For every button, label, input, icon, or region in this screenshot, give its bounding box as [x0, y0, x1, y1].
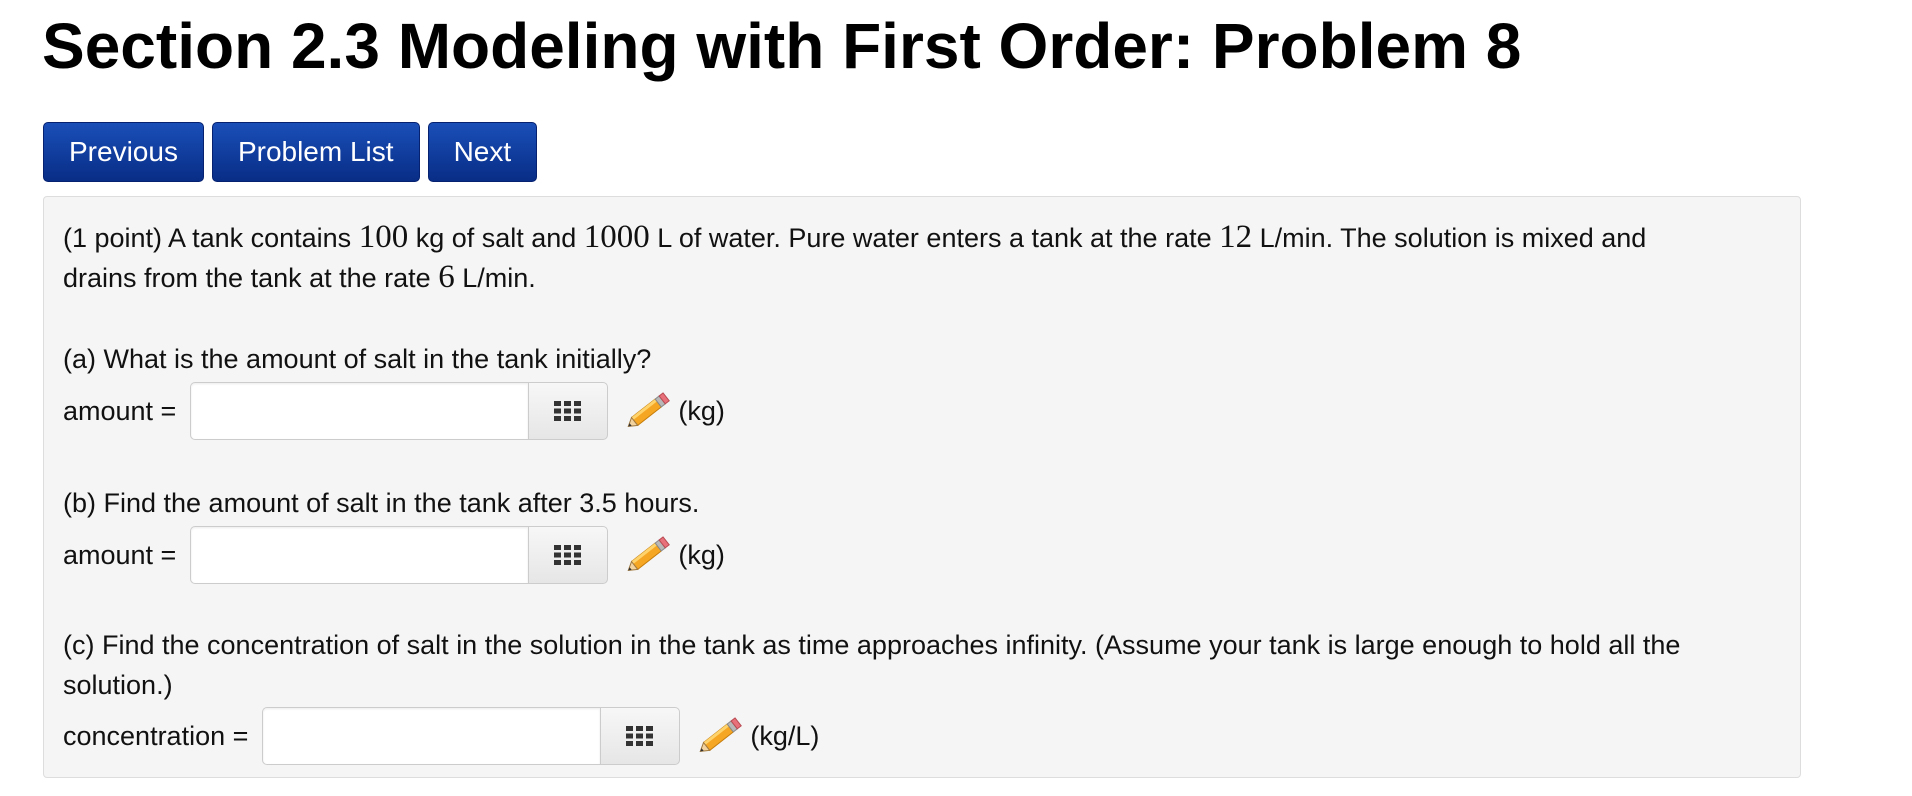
- previous-button[interactable]: Previous: [43, 122, 204, 182]
- statement-text: L/min. The solution is mixed and: [1252, 223, 1647, 253]
- keypad-icon[interactable]: [600, 707, 681, 765]
- pencil-icon: [694, 713, 746, 759]
- answer-label: amount =: [63, 539, 177, 570]
- statement-text: drains from the tank at the rate: [63, 263, 439, 293]
- unit-label: (kg): [678, 539, 725, 570]
- keypad-icon[interactable]: [528, 382, 609, 440]
- math-value: 12: [1219, 219, 1253, 255]
- page-title: Section 2.3 Modeling with First Order: P…: [42, 10, 1522, 82]
- math-value: 6: [438, 259, 455, 295]
- problem-list-button[interactable]: Problem List: [211, 122, 420, 182]
- part-c-question-line-2: solution.): [63, 670, 173, 700]
- part-b-answer-row: amount = (kg): [63, 525, 725, 585]
- answer-label: amount =: [63, 395, 177, 426]
- statement-text: L/min.: [454, 263, 536, 293]
- unit-label: (kg/L): [750, 720, 820, 751]
- answer-group: [190, 382, 609, 440]
- part-b-question: (b) Find the amount of salt in the tank …: [63, 488, 700, 518]
- answer-label: concentration =: [63, 720, 249, 751]
- problem-statement-line-2: drains from the tank at the rate 6 L/min…: [63, 257, 536, 298]
- part-b-answer-input[interactable]: [190, 526, 529, 584]
- answer-group: [262, 707, 681, 765]
- math-value: 1000: [583, 219, 650, 255]
- keypad-icon[interactable]: [528, 526, 609, 584]
- problem-nav: Previous Problem List Next: [43, 122, 538, 182]
- statement-text: kg of salt and: [408, 223, 584, 253]
- statement-text: L of water. Pure water enters a tank at …: [649, 223, 1220, 253]
- problem-panel: (1 point) A tank contains 100 kg of salt…: [43, 196, 1801, 778]
- next-button[interactable]: Next: [427, 122, 538, 182]
- part-a-answer-input[interactable]: [190, 382, 529, 440]
- unit-label: (kg): [678, 395, 725, 426]
- pencil-icon: [622, 388, 674, 434]
- part-c-answer-row: concentration = (kg/L): [63, 706, 819, 766]
- answer-group: [190, 526, 609, 584]
- part-c-answer-input[interactable]: [262, 707, 601, 765]
- part-c-question-line-1: (c) Find the concentration of salt in th…: [63, 630, 1681, 660]
- part-a-answer-row: amount = (kg): [63, 381, 725, 441]
- statement-text: (1 point) A tank contains: [63, 223, 359, 253]
- part-a-question: (a) What is the amount of salt in the ta…: [63, 344, 652, 374]
- problem-statement-line-1: (1 point) A tank contains 100 kg of salt…: [63, 217, 1646, 258]
- pencil-icon: [622, 532, 674, 578]
- math-value: 100: [358, 219, 409, 255]
